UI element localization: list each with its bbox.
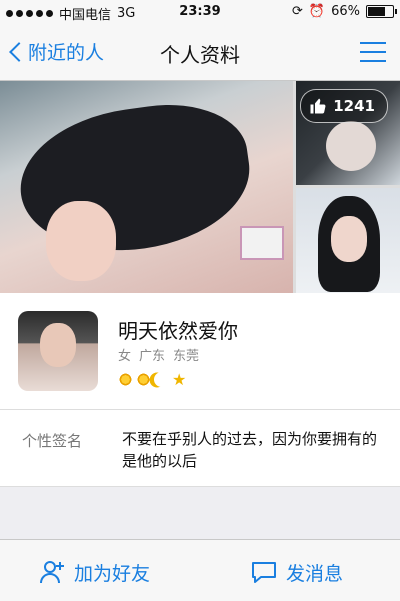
moon-icon xyxy=(152,370,171,389)
add-friend-button[interactable]: 加为好友 xyxy=(38,558,150,586)
profile-section: 明天依然爱你 女 广东 东莞 ★ xyxy=(0,293,400,410)
star-icon: ★ xyxy=(172,370,187,389)
navigation-bar: 附近的人 个人资料 xyxy=(0,24,400,81)
send-message-button[interactable]: 发消息 xyxy=(250,558,343,586)
alarm-icon: ⏰ xyxy=(308,4,326,19)
province: 广东 xyxy=(139,349,166,364)
avatar[interactable] xyxy=(18,311,98,391)
signature-label: 个性签名 xyxy=(22,432,83,450)
bottom-action-bar: 加为好友 发消息 xyxy=(0,539,400,601)
profile-meta: 女 广东 东莞 xyxy=(118,345,199,364)
level-badges: ★ xyxy=(118,370,187,389)
send-message-label: 发消息 xyxy=(286,562,344,585)
menu-button[interactable] xyxy=(360,42,386,62)
photo-thumbnail-2[interactable] xyxy=(296,188,400,293)
photo-main[interactable] xyxy=(0,81,293,293)
battery-percent: 66% xyxy=(331,4,360,19)
add-friend-label: 加为好友 xyxy=(74,562,151,585)
like-count: 1241 xyxy=(333,97,375,115)
chat-bubble-icon xyxy=(252,562,276,583)
content-spacer xyxy=(0,487,400,539)
battery-icon xyxy=(366,5,397,18)
city: 东莞 xyxy=(173,349,200,364)
thumbs-up-icon xyxy=(310,98,326,114)
add-user-icon xyxy=(40,561,64,584)
rotation-lock-icon: ⟳ xyxy=(292,4,303,19)
like-button[interactable]: 1241 xyxy=(300,89,388,123)
nickname: 明天依然爱你 xyxy=(118,319,238,343)
photo-thumbnail-1[interactable]: 1241 xyxy=(296,81,400,185)
signature-text: 不要在乎别人的过去，因为你要拥有的是他的以后 xyxy=(122,430,378,470)
status-bar: 中国电信 3G 23:39 ⟳ ⏰ 66% xyxy=(0,0,400,24)
signature-row: 个性签名 不要在乎别人的过去，因为你要拥有的是他的以后 xyxy=(0,410,400,487)
sun-icon xyxy=(118,372,133,387)
gender: 女 xyxy=(118,349,132,364)
status-right: ⟳ ⏰ 66% xyxy=(292,4,397,19)
photo-gallery: 1241 xyxy=(0,81,400,293)
sun-icon xyxy=(136,372,151,387)
page-title: 个人资料 xyxy=(160,43,240,67)
